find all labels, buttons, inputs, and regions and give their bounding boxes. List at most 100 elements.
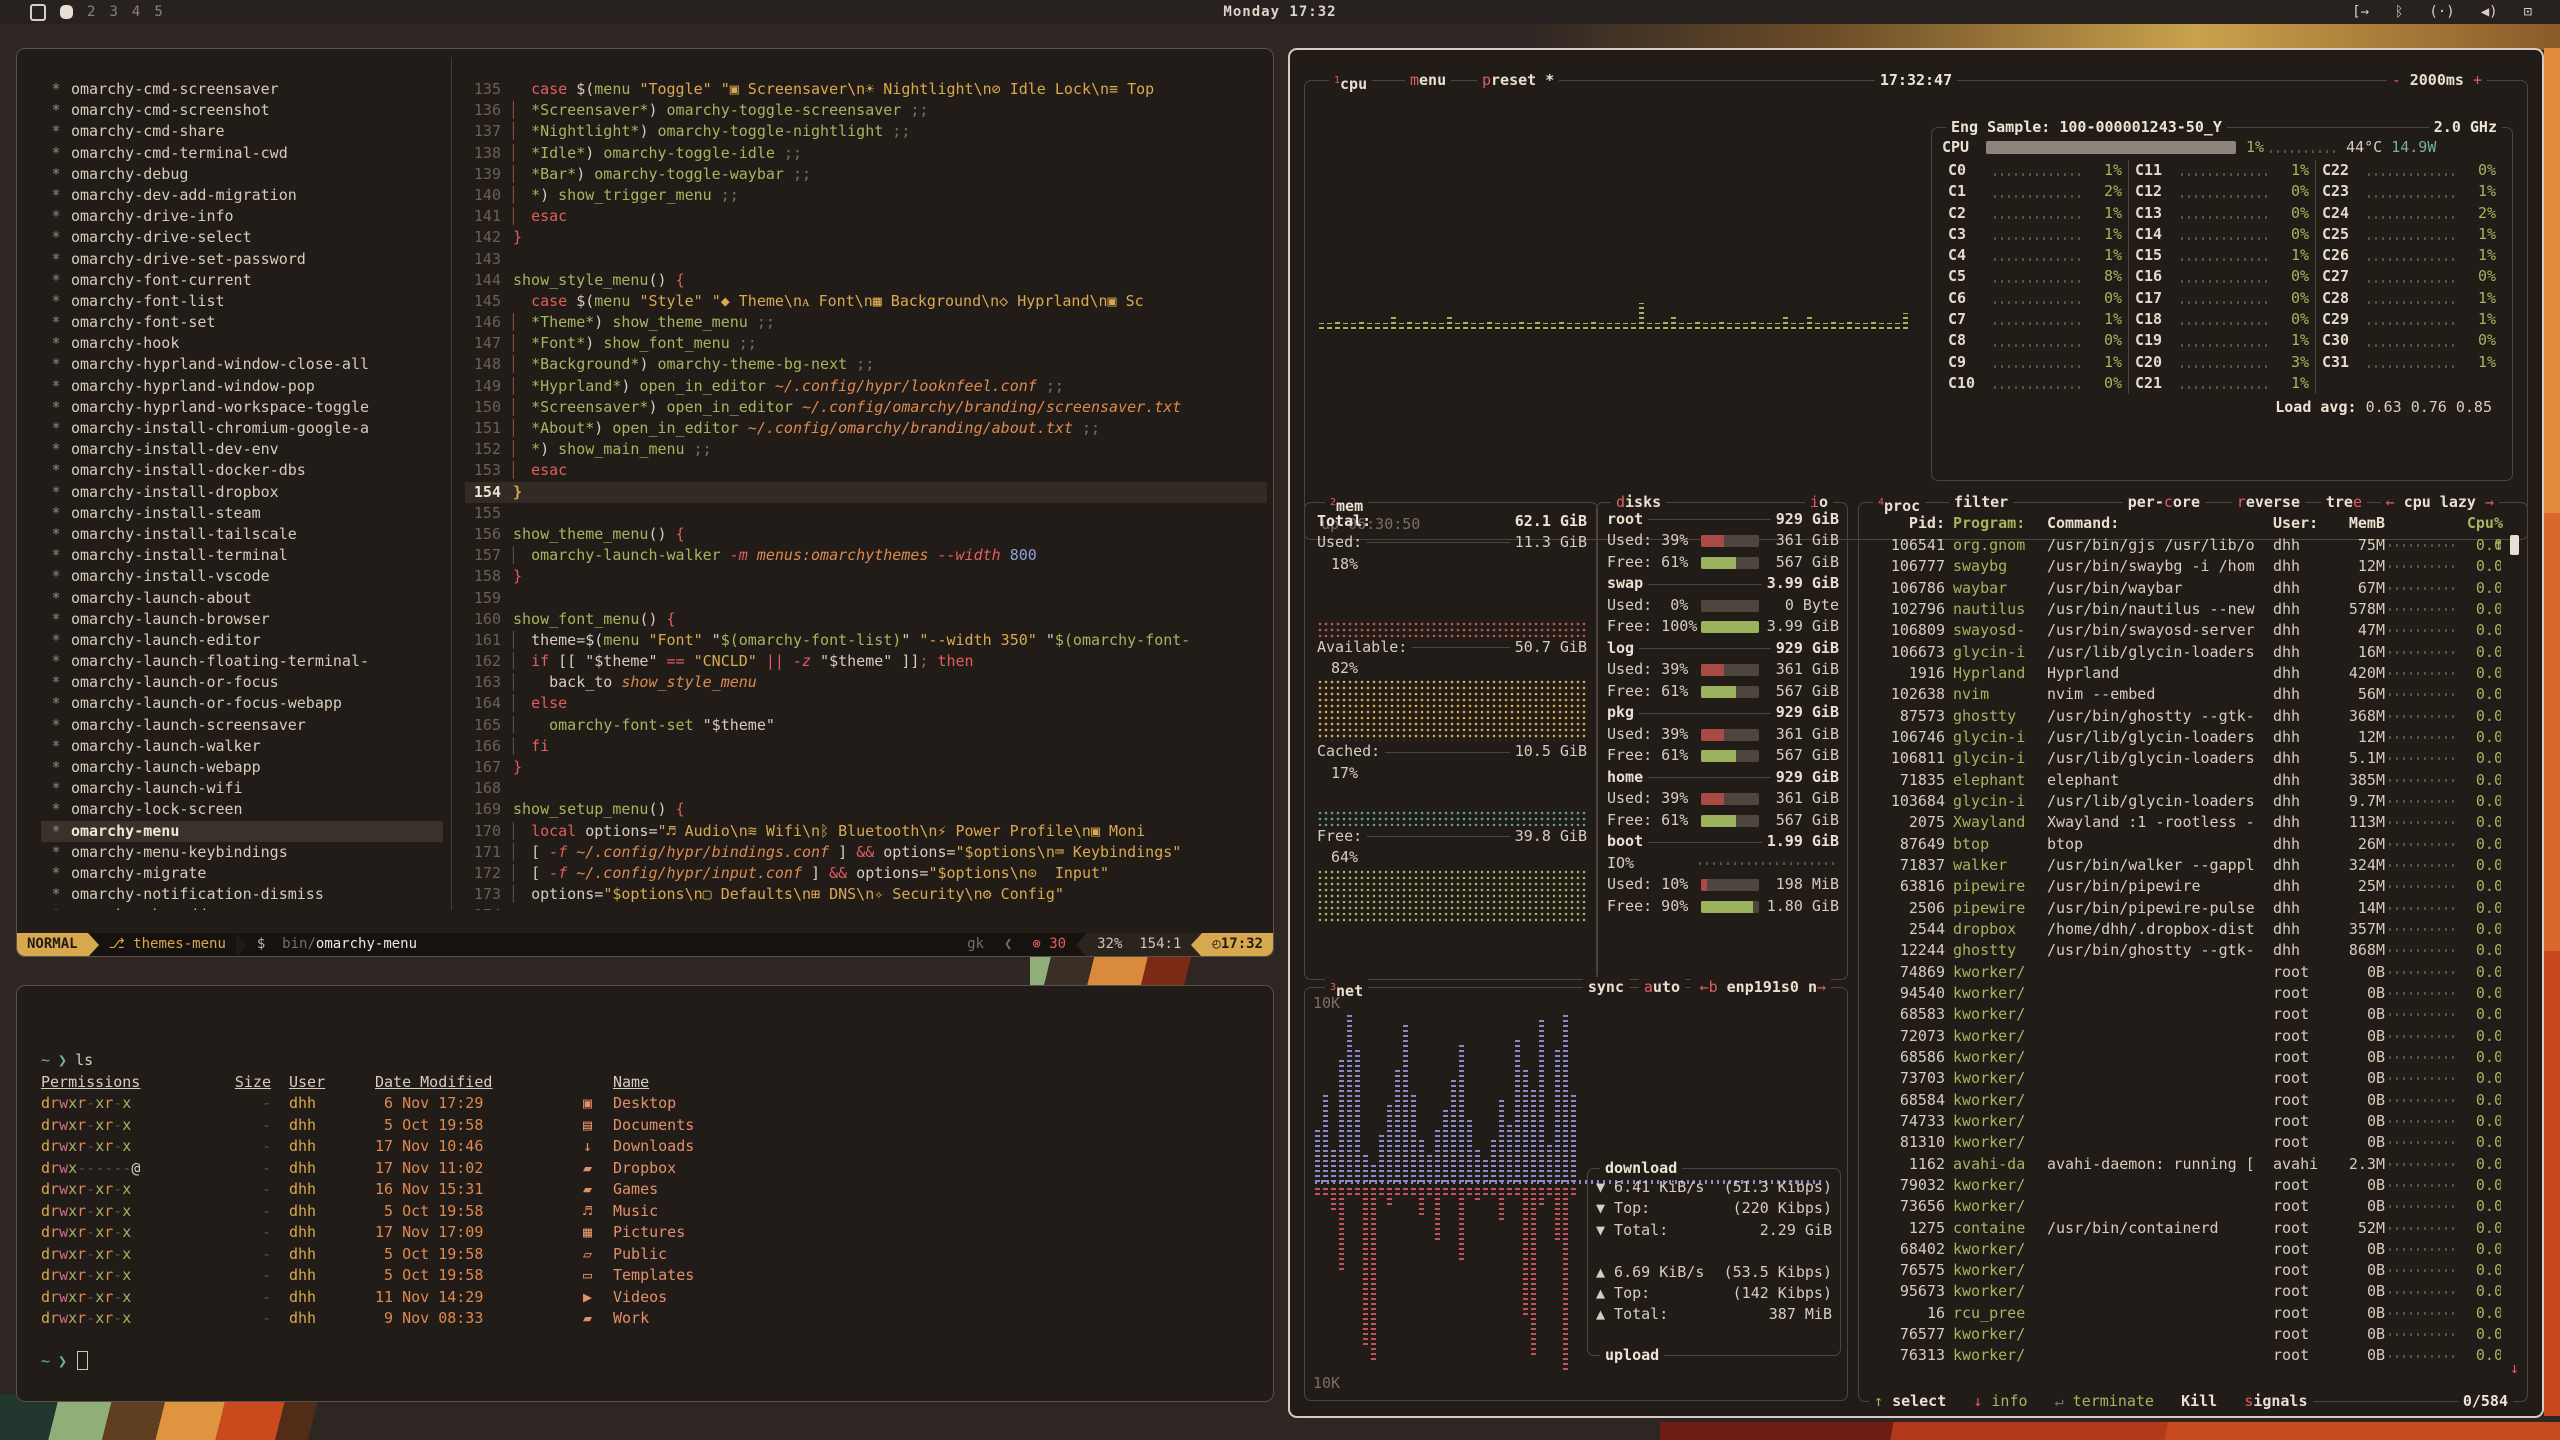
file-item[interactable]: *omarchy-launch-or-focus-webapp: [41, 693, 443, 714]
proc-row[interactable]: 103684glycin-i/usr/lib/glycin-loadersdhh…: [1867, 791, 2501, 812]
tab-cpu[interactable]: 1cpu: [1329, 70, 1372, 91]
file-item[interactable]: *omarchy-install-vscode: [41, 566, 443, 587]
file-item[interactable]: *omarchy-hyprland-workspace-toggle: [41, 397, 443, 418]
proc-row[interactable]: 79032kworker/root0B0.0: [1867, 1175, 2501, 1196]
net-interface-switcher[interactable]: ←b enp191s0 n→: [1695, 977, 1831, 998]
workspace-5[interactable]: 5: [154, 4, 162, 20]
file-item[interactable]: *omarchy-drive-set-password: [41, 249, 443, 270]
file-item[interactable]: *omarchy-migrate: [41, 863, 443, 884]
file-item[interactable]: *omarchy-notification-dismiss: [41, 884, 443, 905]
dir-name[interactable]: Downloads: [613, 1136, 694, 1158]
btop-window[interactable]: 1cpu menu preset * 17:32:47 - 2000ms + u…: [1288, 48, 2544, 1418]
proc-row[interactable]: 76575kworker/root0B0.0: [1867, 1260, 2501, 1281]
proc-row[interactable]: 12244ghostty/usr/bin/ghostty --gtk-dhh86…: [1867, 940, 2501, 961]
proc-row[interactable]: 68584kworker/root0B0.0: [1867, 1090, 2501, 1111]
file-item[interactable]: *omarchy-launch-browser: [41, 609, 443, 630]
proc-row[interactable]: 16rcu_preeroot0B0.0: [1867, 1303, 2501, 1324]
file-item[interactable]: *omarchy-launch-about: [41, 588, 443, 609]
cpu-chip-icon[interactable]: ⊡: [2524, 4, 2532, 20]
proc-row[interactable]: 1162avahi-daavahi-daemon: running [avahi…: [1867, 1154, 2501, 1175]
proc-row[interactable]: 1275containe/usr/bin/containerdroot52M0.…: [1867, 1218, 2501, 1239]
proc-row[interactable]: 106786waybar/usr/bin/waybardhh67M0.0: [1867, 578, 2501, 599]
proc-row[interactable]: 63816pipewire/usr/bin/pipewiredhh25M0.0: [1867, 876, 2501, 897]
proc-row[interactable]: 73656kworker/root0B0.0: [1867, 1196, 2501, 1217]
dir-name[interactable]: Templates: [613, 1265, 694, 1287]
dir-name[interactable]: Dropbox: [613, 1158, 676, 1180]
proc-sort-selector[interactable]: ← cpu lazy →: [2381, 492, 2499, 513]
proc-row[interactable]: 106811glycin-i/usr/lib/glycin-loadersdhh…: [1867, 748, 2501, 769]
file-item[interactable]: *omarchy-drive-info: [41, 206, 443, 227]
proc-row[interactable]: 68402kworker/root0B0.0: [1867, 1239, 2501, 1260]
proc-row[interactable]: 95673kworker/root0B0.0: [1867, 1281, 2501, 1302]
proc-reverse-button[interactable]: reverse: [2232, 492, 2305, 513]
workspace-2[interactable]: 2: [87, 4, 95, 20]
file-item[interactable]: *omarchy-drive-select: [41, 227, 443, 248]
dir-name[interactable]: Games: [613, 1179, 658, 1201]
file-item[interactable]: *omarchy-cmd-terminal-cwd: [41, 143, 443, 164]
file-item[interactable]: *omarchy-install-chromium-google-a: [41, 418, 443, 439]
dir-name[interactable]: Music: [613, 1201, 658, 1223]
dir-name[interactable]: Videos: [613, 1287, 667, 1309]
code-editor-pane[interactable]: 135 case $(menu "Toggle" "▣ Screensaver\…: [465, 79, 1267, 910]
proc-scrollbar[interactable]: [2510, 535, 2519, 555]
proc-filter-button[interactable]: filter: [1949, 492, 2013, 513]
file-item[interactable]: *omarchy-install-docker-dbs: [41, 460, 443, 481]
proc-row[interactable]: 68583kworker/root0B0.0: [1867, 1004, 2501, 1025]
proc-row[interactable]: 71837walker/usr/bin/walker --gappldhh324…: [1867, 855, 2501, 876]
proc-row[interactable]: 76313kworker/root0B0.0: [1867, 1345, 2501, 1366]
shell-terminal-window[interactable]: ~❯lsPermissionsSizeUserDate ModifiedName…: [16, 985, 1274, 1402]
file-explorer-pane[interactable]: *omarchy-cmd-screensaver*omarchy-cmd-scr…: [41, 79, 443, 910]
proc-row[interactable]: 71835elephantelephantdhh385M0.0: [1867, 770, 2501, 791]
proc-row[interactable]: 106809swayosd-/usr/bin/swayosd-serverdhh…: [1867, 620, 2501, 641]
proc-percore-button[interactable]: per-core: [2123, 492, 2205, 513]
proc-row[interactable]: 72073kworker/root0B0.0: [1867, 1026, 2501, 1047]
file-item[interactable]: *omarchy-font-current: [41, 270, 443, 291]
file-item[interactable]: *omarchy-font-set: [41, 312, 443, 333]
file-item[interactable]: *omarchy-pkg-add: [41, 905, 443, 910]
proc-row[interactable]: 94540kworker/root0B0.0: [1867, 983, 2501, 1004]
file-item[interactable]: *omarchy-launch-walker: [41, 736, 443, 757]
proc-row[interactable]: 87573ghostty/usr/bin/ghostty --gtk-dhh36…: [1867, 706, 2501, 727]
workspace-4[interactable]: 4: [132, 4, 140, 20]
proc-row[interactable]: 102796nautilus/usr/bin/nautilus --newdhh…: [1867, 599, 2501, 620]
file-item[interactable]: *omarchy-install-dev-env: [41, 439, 443, 460]
file-item[interactable]: *omarchy-cmd-screenshot: [41, 100, 443, 121]
proc-row[interactable]: 81310kworker/root0B0.0: [1867, 1132, 2501, 1153]
preset-button[interactable]: preset *: [1477, 70, 1559, 91]
file-item[interactable]: *omarchy-lock-screen: [41, 799, 443, 820]
file-item[interactable]: *omarchy-launch-floating-terminal-: [41, 651, 443, 672]
bluetooth-icon[interactable]: ᛒ: [2395, 4, 2403, 20]
file-item[interactable]: *omarchy-font-list: [41, 291, 443, 312]
editor-terminal-window[interactable]: *omarchy-cmd-screensaver*omarchy-cmd-scr…: [16, 48, 1274, 957]
proc-row[interactable]: 2075XwaylandXwayland :1 -rootless -dhh11…: [1867, 812, 2501, 833]
file-item[interactable]: *omarchy-cmd-share: [41, 121, 443, 142]
dir-name[interactable]: Documents: [613, 1115, 694, 1137]
net-auto-button[interactable]: auto: [1639, 977, 1685, 998]
proc-row[interactable]: 74869kworker/root0B0.0: [1867, 962, 2501, 983]
proc-row[interactable]: 76577kworker/root0B0.0: [1867, 1324, 2501, 1345]
file-item[interactable]: *omarchy-launch-webapp: [41, 757, 443, 778]
tab-proc[interactable]: 4proc: [1873, 492, 1925, 513]
dir-name[interactable]: Pictures: [613, 1222, 685, 1244]
proc-row[interactable]: 106541org.gnom/usr/bin/gjs /usr/lib/odhh…: [1867, 535, 2501, 556]
file-item[interactable]: *omarchy-cmd-screensaver: [41, 79, 443, 100]
proc-row[interactable]: 1916HyprlandHyprlanddhh420M0.0: [1867, 663, 2501, 684]
file-item[interactable]: *omarchy-menu-keybindings: [41, 842, 443, 863]
file-item[interactable]: *omarchy-hook: [41, 333, 443, 354]
proc-row[interactable]: 73703kworker/root0B0.0: [1867, 1068, 2501, 1089]
file-item[interactable]: *omarchy-install-dropbox: [41, 482, 443, 503]
menu-button[interactable]: menu: [1405, 70, 1451, 91]
proc-row[interactable]: 102638nvimnvim --embeddhh56M0.0: [1867, 684, 2501, 705]
file-item[interactable]: *omarchy-launch-wifi: [41, 778, 443, 799]
proc-row[interactable]: 87649btopbtopdhh26M0.0: [1867, 834, 2501, 855]
network-icon[interactable]: (·): [2429, 4, 2454, 20]
dir-name[interactable]: Public: [613, 1244, 667, 1266]
logout-icon[interactable]: [→: [2352, 4, 2369, 20]
file-item[interactable]: *omarchy-install-tailscale: [41, 524, 443, 545]
file-item[interactable]: *omarchy-launch-editor: [41, 630, 443, 651]
workspace-3[interactable]: 3: [109, 4, 117, 20]
proc-table-header[interactable]: Pid: Program: Command: User: MemB Cpu% ↑: [1867, 513, 2501, 534]
proc-row[interactable]: 106777swaybg/usr/bin/swaybg -i /homdhh12…: [1867, 556, 2501, 577]
file-item[interactable]: *omarchy-launch-screensaver: [41, 715, 443, 736]
file-item[interactable]: *omarchy-hyprland-window-close-all: [41, 354, 443, 375]
